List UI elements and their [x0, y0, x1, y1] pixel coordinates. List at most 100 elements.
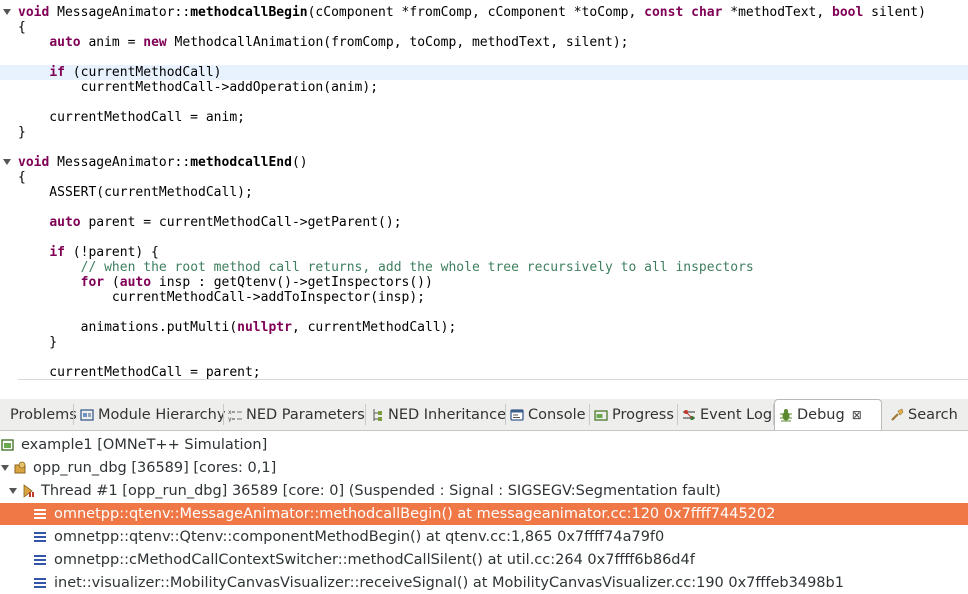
- code-line[interactable]: void MessageAnimator::methodcallEnd(): [0, 155, 968, 170]
- stack-frame-row[interactable]: omnetpp::cMethodCallContextSwitcher::met…: [0, 549, 968, 571]
- code-line[interactable]: [0, 350, 968, 365]
- code-line[interactable]: [0, 50, 968, 65]
- svg-text:y=: y=: [228, 416, 236, 422]
- console-icon: [510, 408, 524, 422]
- event-log-icon: [682, 408, 696, 422]
- tab-problems[interactable]: Problems: [0, 399, 77, 430]
- stack-frame-icon: [34, 532, 46, 542]
- launch-node[interactable]: example1 [OMNeT++ Simulation]: [0, 434, 968, 456]
- code-line[interactable]: // when the root method call returns, ad…: [0, 260, 968, 275]
- code-line[interactable]: if (currentMethodCall): [0, 65, 968, 80]
- stack-frame-label: omnetpp::cMethodCallContextSwitcher::met…: [54, 552, 695, 568]
- code-text: if (currentMethodCall): [49, 65, 222, 80]
- code-line[interactable]: ASSERT(currentMethodCall);: [0, 185, 968, 200]
- view-tab-bar: Problems Module Hierarchy x= y= NED Param…: [0, 399, 968, 431]
- stack-frame-label: omnetpp::qtenv::MessageAnimator::methodc…: [54, 506, 776, 522]
- progress-icon: [594, 408, 608, 422]
- code-editor[interactable]: void MessageAnimator::methodcallBegin(cC…: [0, 0, 968, 380]
- code-line[interactable]: currentMethodCall->addOperation(anim);: [0, 80, 968, 95]
- suspended-thread-icon: [21, 484, 35, 498]
- stack-frame-row[interactable]: inet::visualizer::MobilityCanvasVisualiz…: [0, 572, 968, 594]
- code-line[interactable]: void MessageAnimator::methodcallBegin(cC…: [0, 5, 968, 20]
- launch-label: example1 [OMNeT++ Simulation]: [21, 437, 268, 453]
- stack-frame-label: omnetpp::qtenv::Qtenv::componentMethodBe…: [54, 529, 665, 545]
- code-line[interactable]: animations.putMulti(nullptr, currentMeth…: [0, 320, 968, 335]
- svg-text:x=: x=: [228, 409, 236, 416]
- code-line[interactable]: [0, 305, 968, 320]
- tab-search[interactable]: Search: [886, 399, 968, 430]
- tab-label: NED Parameters: [246, 406, 365, 423]
- expand-arrow-icon[interactable]: [9, 488, 17, 494]
- code-line[interactable]: for (auto insp : getQtenv()->getInspecto…: [0, 275, 968, 290]
- process-label: opp_run_dbg [36589] [cores: 0,1]: [33, 460, 277, 476]
- ned-parameters-icon: x= y=: [228, 408, 242, 423]
- tab-module-hierarchy[interactable]: Module Hierarchy: [76, 399, 226, 430]
- search-icon: [890, 408, 904, 422]
- tab-label: Progress: [612, 406, 674, 423]
- code-text: currentMethodCall = anim;: [18, 110, 245, 125]
- stack-frame-row[interactable]: omnetpp::qtenv::Qtenv::componentMethodBe…: [0, 526, 968, 548]
- code-line[interactable]: if (!parent) {: [0, 245, 968, 260]
- code-line[interactable]: [0, 230, 968, 245]
- horizontal-scrollbar[interactable]: [18, 379, 968, 380]
- code-line[interactable]: }: [0, 335, 968, 350]
- process-icon: [13, 461, 27, 475]
- code-text: void MessageAnimator::methodcallEnd(): [18, 155, 308, 170]
- tab-label: Console: [528, 406, 586, 423]
- process-node[interactable]: opp_run_dbg [36589] [cores: 0,1]: [0, 457, 968, 479]
- tab-label: Event Log: [700, 406, 773, 423]
- close-tab-icon[interactable]: ⊠: [852, 408, 862, 422]
- code-line[interactable]: auto parent = currentMethodCall->getPare…: [0, 215, 968, 230]
- tab-progress[interactable]: Progress: [590, 399, 678, 430]
- code-text: currentMethodCall->addToInspector(insp);: [18, 290, 425, 305]
- tab-debug[interactable]: Debug ⊠: [774, 399, 882, 430]
- code-text: currentMethodCall->addOperation(anim);: [18, 80, 379, 95]
- code-line[interactable]: {: [0, 20, 968, 35]
- code-text: if (!parent) {: [49, 245, 159, 260]
- tab-label: Debug: [797, 407, 845, 423]
- code-line[interactable]: [0, 95, 968, 110]
- tab-label: Module Hierarchy: [98, 406, 226, 423]
- stack-frame-icon: [34, 509, 46, 519]
- module-hierarchy-icon: [80, 408, 94, 422]
- code-line[interactable]: [0, 200, 968, 215]
- tab-console[interactable]: Console: [506, 399, 590, 430]
- tab-ned-inheritance[interactable]: NED Inheritance: [366, 399, 506, 430]
- code-text: // when the root method call returns, ad…: [80, 260, 754, 275]
- code-text: void MessageAnimator::methodcallBegin(cC…: [18, 5, 926, 20]
- debug-view: example1 [OMNeT++ Simulation] opp_run_db…: [0, 432, 968, 594]
- stack-frame-row[interactable]: omnetpp::qtenv::MessageAnimator::methodc…: [0, 503, 968, 525]
- code-text: currentMethodCall = parent;: [18, 365, 261, 380]
- thread-node[interactable]: Thread #1 [opp_run_dbg] 36589 [core: 0] …: [0, 480, 968, 502]
- code-line[interactable]: currentMethodCall = parent;: [0, 365, 968, 380]
- code-text: }: [18, 125, 26, 140]
- code-text: {: [18, 170, 26, 185]
- code-line[interactable]: [0, 140, 968, 155]
- thread-label: Thread #1 [opp_run_dbg] 36589 [core: 0] …: [41, 483, 721, 499]
- code-text: auto anim = new MethodcallAnimation(from…: [49, 35, 629, 50]
- tab-event-log[interactable]: Event Log: [678, 399, 774, 430]
- expand-arrow-icon[interactable]: [1, 465, 9, 471]
- code-text: ASSERT(currentMethodCall);: [18, 185, 253, 200]
- code-text: }: [18, 335, 58, 350]
- code-line[interactable]: auto anim = new MethodcallAnimation(from…: [0, 35, 968, 50]
- tab-ned-parameters[interactable]: x= y= NED Parameters: [224, 399, 366, 430]
- code-text: animations.putMulti(nullptr, currentMeth…: [18, 320, 457, 335]
- tab-label: Search: [908, 406, 958, 423]
- code-line[interactable]: currentMethodCall->addToInspector(insp);: [0, 290, 968, 305]
- stack-frame-icon: [34, 555, 46, 565]
- tab-label: NED Inheritance: [388, 406, 507, 423]
- code-line[interactable]: {: [0, 170, 968, 185]
- code-text: auto parent = currentMethodCall->getPare…: [49, 215, 402, 230]
- fold-toggle-icon[interactable]: [3, 9, 11, 15]
- code-line[interactable]: currentMethodCall = anim;: [0, 110, 968, 125]
- launch-config-icon: [1, 438, 15, 452]
- stack-frame-icon: [34, 578, 46, 588]
- fold-toggle-icon[interactable]: [3, 159, 11, 165]
- ned-inheritance-icon: [370, 408, 384, 422]
- debug-icon: [779, 408, 793, 422]
- code-line[interactable]: }: [0, 125, 968, 140]
- stack-frame-label: inet::visualizer::MobilityCanvasVisualiz…: [54, 575, 844, 591]
- tab-label: Problems: [10, 406, 77, 423]
- code-text: {: [18, 20, 26, 35]
